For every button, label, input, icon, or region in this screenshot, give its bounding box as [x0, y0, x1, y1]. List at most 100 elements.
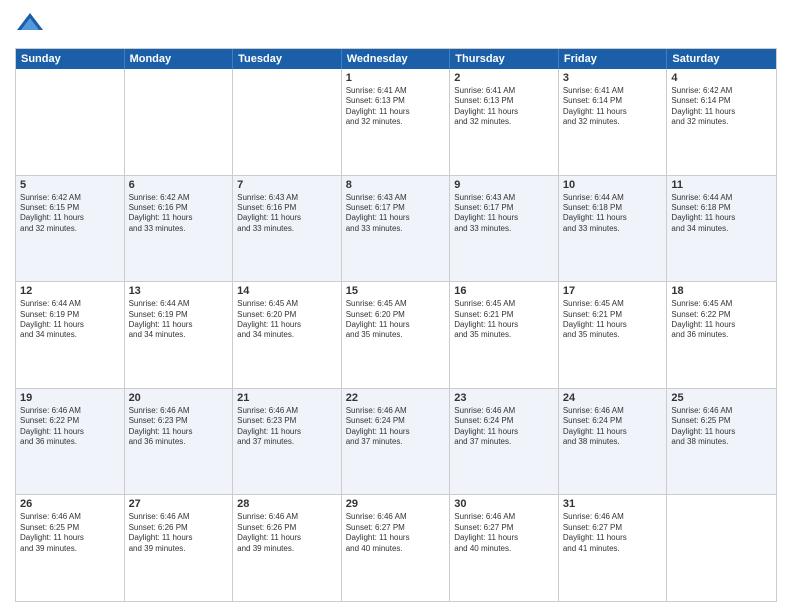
calendar-body: 1Sunrise: 6:41 AM Sunset: 6:13 PM Daylig… [16, 69, 776, 601]
calendar-cell-1-4: 9 Sunrise: 6:43 AM Sunset: 6:17 PM Daylig… [450, 176, 559, 282]
day-info: Sunrise: 6:45 AM Sunset: 6:22 PM Dayligh… [671, 299, 772, 341]
header-day-tuesday: Tuesday [233, 49, 342, 69]
calendar-cell-0-1 [125, 69, 234, 175]
calendar-cell-1-5: 10 Sunrise: 6:44 AM Sunset: 6:18 PM Dayli… [559, 176, 668, 282]
calendar-cell-3-6: 25 Sunrise: 6:46 AM Sunset: 6:25 PM Dayli… [667, 389, 776, 495]
calendar-cell-4-6 [667, 495, 776, 601]
calendar-row-1: 5 Sunrise: 6:42 AM Sunset: 6:15 PM Daylig… [16, 176, 776, 283]
day-info: Sunrise: 6:46 AM Sunset: 6:23 PM Dayligh… [237, 406, 337, 448]
calendar-cell-2-0: 12Sunrise: 6:44 AM Sunset: 6:19 PM Dayli… [16, 282, 125, 388]
day-info: Sunrise: 6:41 AM Sunset: 6:14 PM Dayligh… [563, 86, 663, 128]
calendar-cell-3-2: 21 Sunrise: 6:46 AM Sunset: 6:23 PM Dayli… [233, 389, 342, 495]
header-day-sunday: Sunday [16, 49, 125, 69]
calendar-cell-1-2: 7 Sunrise: 6:43 AM Sunset: 6:16 PM Daylig… [233, 176, 342, 282]
logo [15, 10, 49, 40]
day-number: 22 [346, 392, 446, 404]
calendar: SundayMondayTuesdayWednesdayThursdayFrid… [15, 48, 777, 602]
day-number: 25 [671, 392, 772, 404]
calendar-cell-2-2: 14 Sunrise: 6:45 AM Sunset: 6:20 PM Dayli… [233, 282, 342, 388]
day-info: Sunrise: 6:46 AM Sunset: 6:25 PM Dayligh… [20, 512, 120, 554]
day-info: Sunrise: 6:42 AM Sunset: 6:15 PM Dayligh… [20, 193, 120, 235]
day-info: Sunrise: 6:46 AM Sunset: 6:27 PM Dayligh… [563, 512, 663, 554]
calendar-cell-1-3: 8 Sunrise: 6:43 AM Sunset: 6:17 PM Daylig… [342, 176, 451, 282]
day-info: Sunrise: 6:46 AM Sunset: 6:22 PM Dayligh… [20, 406, 120, 448]
calendar-cell-0-0 [16, 69, 125, 175]
day-info: Sunrise: 6:46 AM Sunset: 6:24 PM Dayligh… [454, 406, 554, 448]
calendar-cell-4-3: 29 Sunrise: 6:46 AM Sunset: 6:27 PM Dayli… [342, 495, 451, 601]
calendar-cell-0-5: 3 Sunrise: 6:41 AM Sunset: 6:14 PM Daylig… [559, 69, 668, 175]
day-info: Sunrise: 6:44 AM Sunset: 6:18 PM Dayligh… [563, 193, 663, 235]
calendar-cell-4-0: 26 Sunrise: 6:46 AM Sunset: 6:25 PM Dayli… [16, 495, 125, 601]
calendar-cell-3-4: 23Sunrise: 6:46 AM Sunset: 6:24 PM Dayli… [450, 389, 559, 495]
day-number: 10 [563, 179, 663, 191]
day-number: 21 [237, 392, 337, 404]
header-day-saturday: Saturday [667, 49, 776, 69]
day-number: 6 [129, 179, 229, 191]
day-info: Sunrise: 6:45 AM Sunset: 6:21 PM Dayligh… [563, 299, 663, 341]
calendar-cell-1-1: 6Sunrise: 6:42 AM Sunset: 6:16 PM Daylig… [125, 176, 234, 282]
day-info: Sunrise: 6:44 AM Sunset: 6:18 PM Dayligh… [671, 193, 772, 235]
day-number: 15 [346, 285, 446, 297]
day-number: 17 [563, 285, 663, 297]
calendar-cell-3-1: 20Sunrise: 6:46 AM Sunset: 6:23 PM Dayli… [125, 389, 234, 495]
calendar-cell-2-1: 13 Sunrise: 6:44 AM Sunset: 6:19 PM Dayli… [125, 282, 234, 388]
calendar-cell-1-0: 5 Sunrise: 6:42 AM Sunset: 6:15 PM Daylig… [16, 176, 125, 282]
calendar-cell-3-5: 24Sunrise: 6:46 AM Sunset: 6:24 PM Dayli… [559, 389, 668, 495]
calendar-cell-3-3: 22 Sunrise: 6:46 AM Sunset: 6:24 PM Dayli… [342, 389, 451, 495]
day-info: Sunrise: 6:46 AM Sunset: 6:25 PM Dayligh… [671, 406, 772, 448]
day-number: 3 [563, 72, 663, 84]
calendar-cell-4-4: 30 Sunrise: 6:46 AM Sunset: 6:27 PM Dayli… [450, 495, 559, 601]
calendar-row-0: 1Sunrise: 6:41 AM Sunset: 6:13 PM Daylig… [16, 69, 776, 176]
day-info: Sunrise: 6:43 AM Sunset: 6:16 PM Dayligh… [237, 193, 337, 235]
calendar-cell-2-3: 15Sunrise: 6:45 AM Sunset: 6:20 PM Dayli… [342, 282, 451, 388]
day-number: 26 [20, 498, 120, 510]
day-number: 28 [237, 498, 337, 510]
day-info: Sunrise: 6:46 AM Sunset: 6:26 PM Dayligh… [237, 512, 337, 554]
calendar-cell-0-4: 2Sunrise: 6:41 AM Sunset: 6:13 PM Daylig… [450, 69, 559, 175]
day-info: Sunrise: 6:42 AM Sunset: 6:14 PM Dayligh… [671, 86, 772, 128]
day-info: Sunrise: 6:45 AM Sunset: 6:20 PM Dayligh… [237, 299, 337, 341]
day-number: 7 [237, 179, 337, 191]
day-info: Sunrise: 6:46 AM Sunset: 6:26 PM Dayligh… [129, 512, 229, 554]
day-number: 8 [346, 179, 446, 191]
day-info: Sunrise: 6:41 AM Sunset: 6:13 PM Dayligh… [346, 86, 446, 128]
calendar-cell-2-4: 16 Sunrise: 6:45 AM Sunset: 6:21 PM Dayli… [450, 282, 559, 388]
day-number: 13 [129, 285, 229, 297]
day-info: Sunrise: 6:43 AM Sunset: 6:17 PM Dayligh… [346, 193, 446, 235]
day-number: 18 [671, 285, 772, 297]
calendar-cell-0-3: 1Sunrise: 6:41 AM Sunset: 6:13 PM Daylig… [342, 69, 451, 175]
calendar-cell-2-6: 18 Sunrise: 6:45 AM Sunset: 6:22 PM Dayli… [667, 282, 776, 388]
header-day-monday: Monday [125, 49, 234, 69]
calendar-cell-1-6: 11 Sunrise: 6:44 AM Sunset: 6:18 PM Dayli… [667, 176, 776, 282]
day-info: Sunrise: 6:44 AM Sunset: 6:19 PM Dayligh… [129, 299, 229, 341]
header-day-wednesday: Wednesday [342, 49, 451, 69]
calendar-cell-4-1: 27 Sunrise: 6:46 AM Sunset: 6:26 PM Dayli… [125, 495, 234, 601]
day-number: 14 [237, 285, 337, 297]
calendar-cell-4-5: 31 Sunrise: 6:46 AM Sunset: 6:27 PM Dayli… [559, 495, 668, 601]
calendar-row-4: 26 Sunrise: 6:46 AM Sunset: 6:25 PM Dayli… [16, 495, 776, 601]
day-number: 9 [454, 179, 554, 191]
day-number: 29 [346, 498, 446, 510]
day-number: 4 [671, 72, 772, 84]
logo-icon [15, 10, 45, 40]
header [15, 10, 777, 40]
day-info: Sunrise: 6:41 AM Sunset: 6:13 PM Dayligh… [454, 86, 554, 128]
calendar-cell-4-2: 28 Sunrise: 6:46 AM Sunset: 6:26 PM Dayli… [233, 495, 342, 601]
day-info: Sunrise: 6:46 AM Sunset: 6:27 PM Dayligh… [346, 512, 446, 554]
day-info: Sunrise: 6:45 AM Sunset: 6:21 PM Dayligh… [454, 299, 554, 341]
day-number: 19 [20, 392, 120, 404]
calendar-row-3: 19 Sunrise: 6:46 AM Sunset: 6:22 PM Dayli… [16, 389, 776, 496]
day-number: 30 [454, 498, 554, 510]
day-number: 11 [671, 179, 772, 191]
day-number: 27 [129, 498, 229, 510]
calendar-cell-3-0: 19 Sunrise: 6:46 AM Sunset: 6:22 PM Dayli… [16, 389, 125, 495]
day-number: 31 [563, 498, 663, 510]
day-number: 5 [20, 179, 120, 191]
day-info: Sunrise: 6:43 AM Sunset: 6:17 PM Dayligh… [454, 193, 554, 235]
day-number: 16 [454, 285, 554, 297]
day-info: Sunrise: 6:46 AM Sunset: 6:27 PM Dayligh… [454, 512, 554, 554]
day-info: Sunrise: 6:46 AM Sunset: 6:24 PM Dayligh… [563, 406, 663, 448]
header-day-friday: Friday [559, 49, 668, 69]
day-info: Sunrise: 6:46 AM Sunset: 6:24 PM Dayligh… [346, 406, 446, 448]
day-number: 20 [129, 392, 229, 404]
